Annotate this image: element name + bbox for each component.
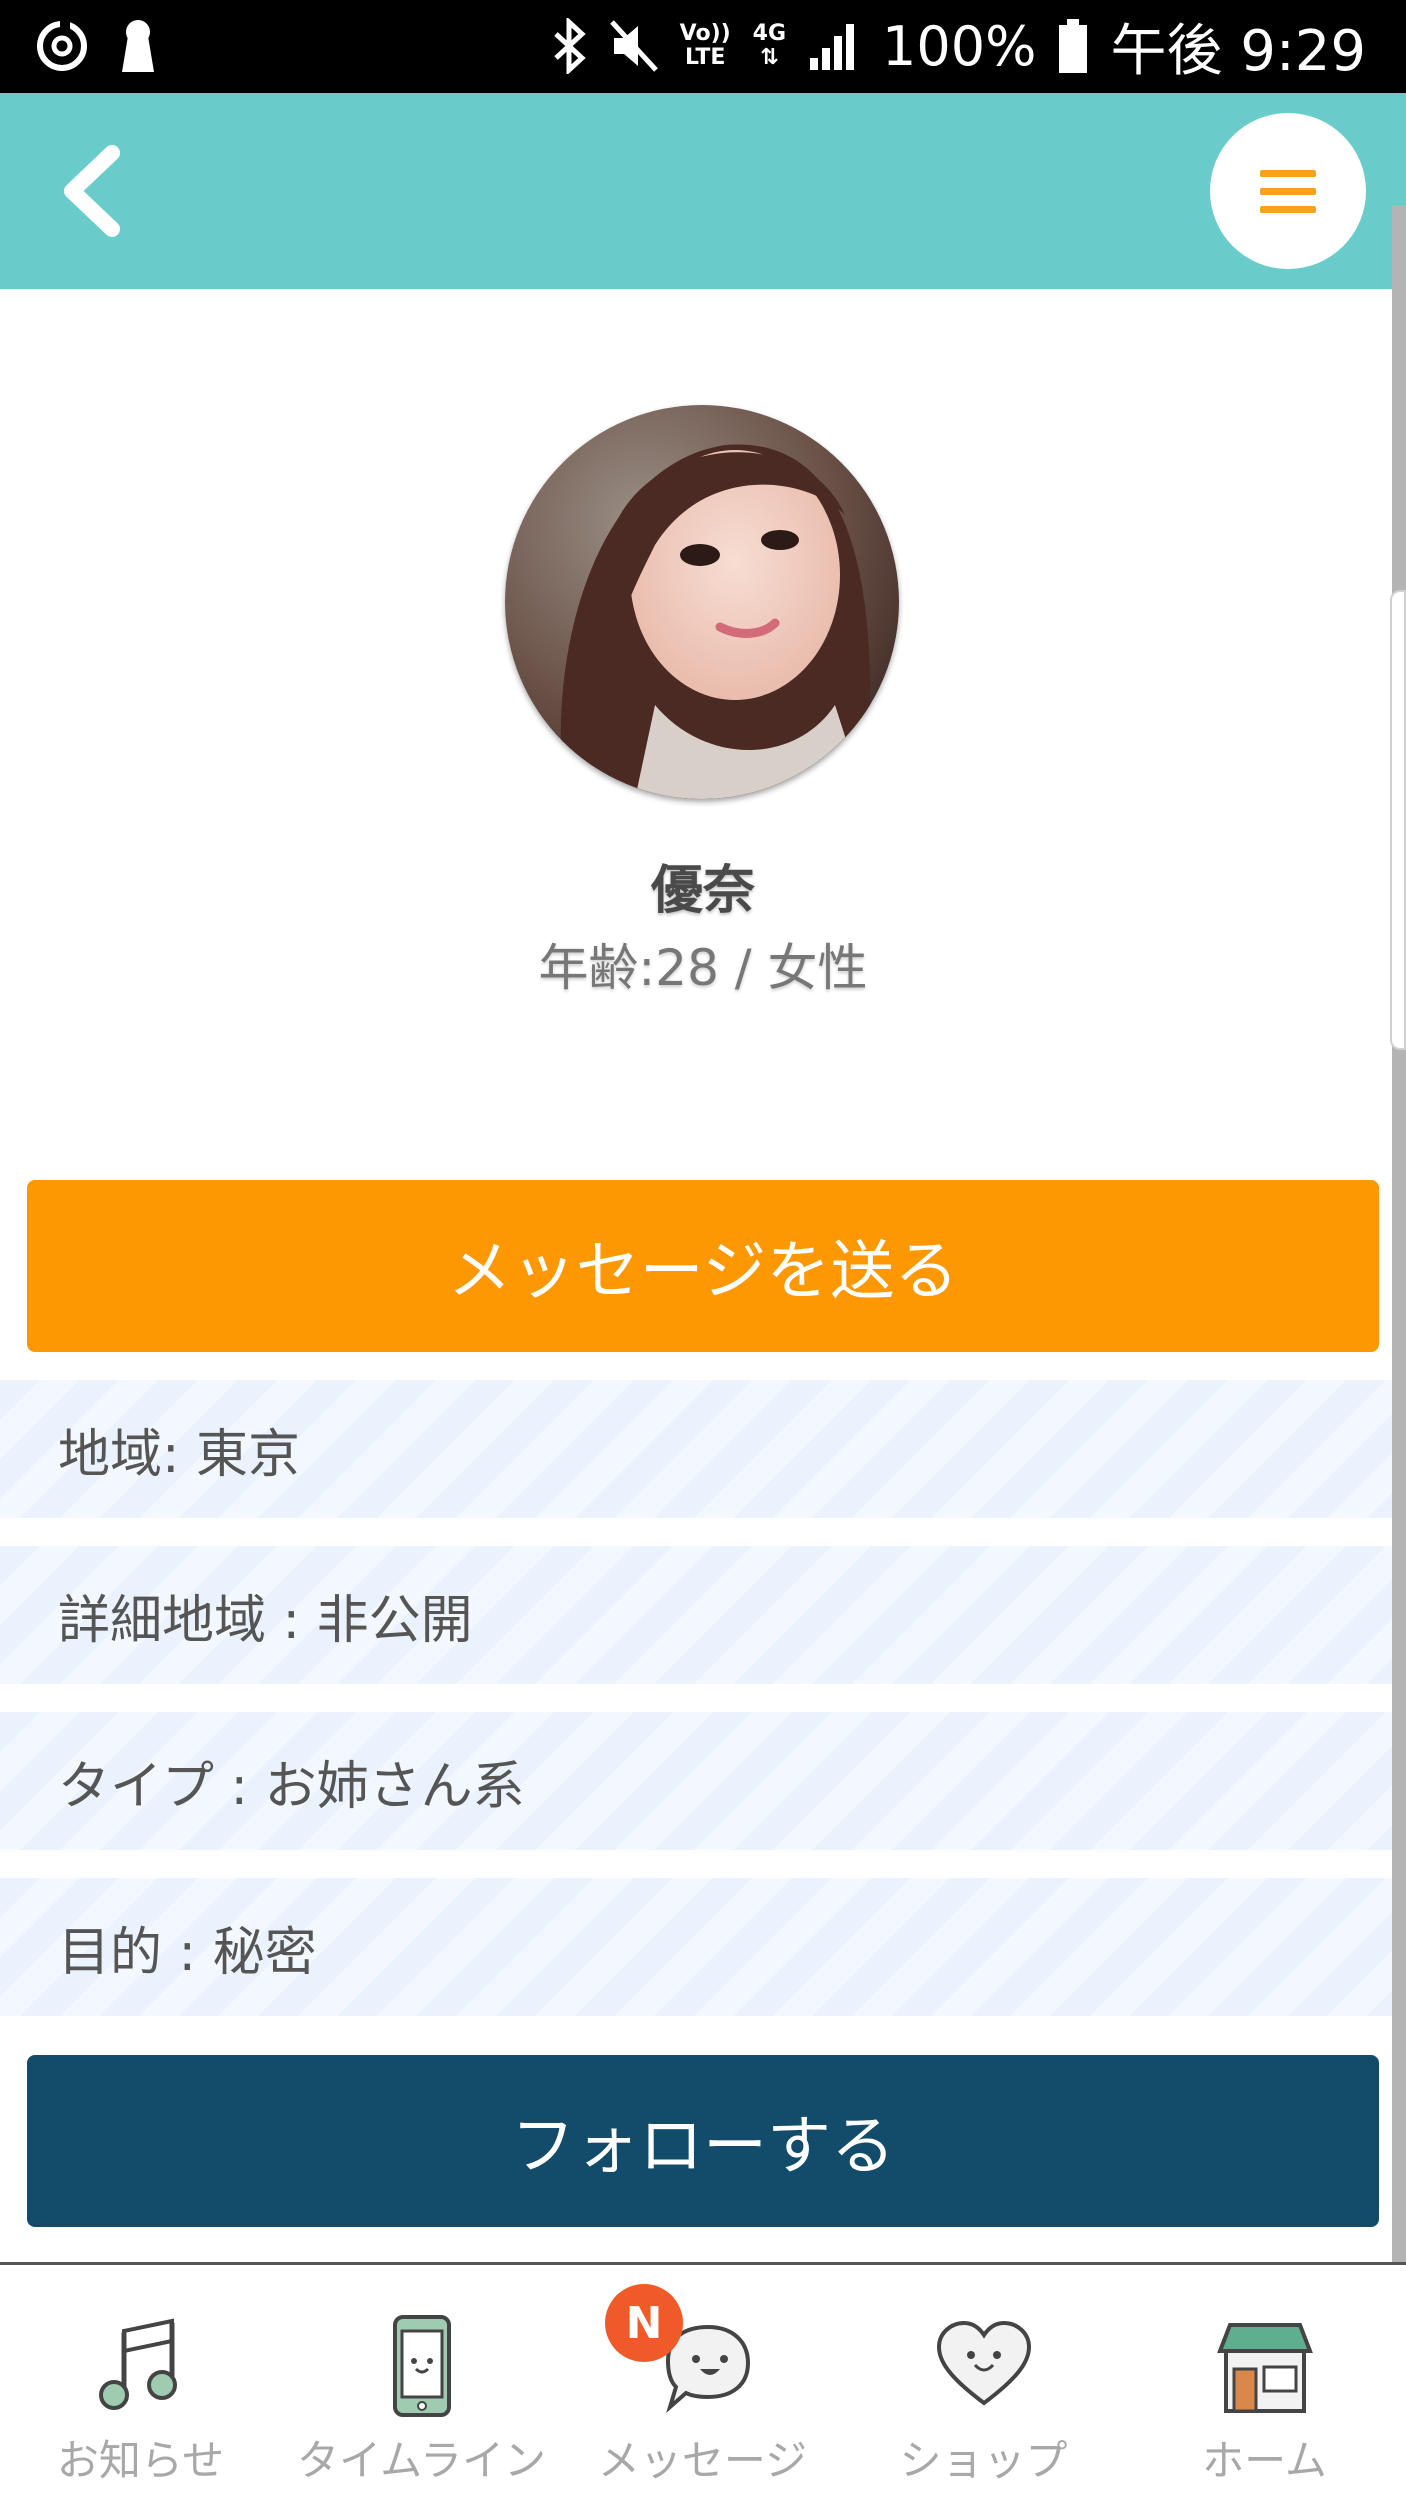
profile-age-gender: 年齢:28 / 女性 (538, 939, 868, 997)
battery-percent: 100% (882, 14, 1037, 78)
nav-label-timeline: タイムライン (296, 2436, 547, 2485)
info-row-type: タイプ : お姉さん系 (0, 1712, 1392, 1850)
follow-button[interactable]: フォローする (27, 2055, 1379, 2227)
status-bar: Vo)) LTE 4G ⇅ 100% 午後 9:29 (0, 0, 1406, 93)
nav-label-shop: ショップ (899, 2436, 1068, 2485)
clock: 午後 9:29 (1110, 18, 1366, 84)
app-header (0, 93, 1406, 289)
info-row-detail-region: 詳細地域 : 非公開 (0, 1546, 1392, 1684)
data-arrows-icon: ⇅ (760, 45, 779, 70)
nav-label-messages: メッセージ (597, 2436, 808, 2485)
nav-label-home: ホーム (1202, 2436, 1327, 2485)
nav-item-notifications[interactable]: お知らせ (0, 2265, 281, 2503)
menu-button[interactable] (1210, 113, 1366, 269)
network-indicator: 4G ⇅ (753, 22, 786, 70)
battery-icon (1059, 19, 1088, 73)
new-message-badge: N (605, 2284, 683, 2362)
send-message-button[interactable]: メッセージを送る (27, 1180, 1379, 1352)
sync-icon (37, 20, 87, 71)
smartphone-icon (392, 2315, 451, 2417)
signal-icon (810, 24, 855, 70)
nav-item-shop[interactable]: ショップ (843, 2265, 1124, 2503)
nav-item-timeline[interactable]: タイムライン (281, 2265, 562, 2503)
nav-label-notifications: お知らせ (56, 2436, 225, 2485)
info-row-purpose: 目的 : 秘密 (0, 1878, 1392, 2016)
info-row-region: 地域: 東京 (0, 1380, 1392, 1518)
info-purpose-text: 目的 : 秘密 (58, 1922, 317, 1983)
bottom-navigation: お知らせ タイムライン メッセージ ショップ ホーム (0, 2262, 1406, 2500)
nav-item-messages[interactable]: メッセージ (562, 2265, 843, 2503)
volte-indicator: Vo)) LTE (680, 22, 731, 70)
info-type-text: タイプ : お姉さん系 (58, 1756, 525, 1817)
nav-item-home[interactable]: ホーム (1124, 2265, 1405, 2503)
profile-name: 優奈 (650, 861, 755, 921)
volte-top-text: Vo)) (679, 21, 731, 46)
bluetooth-icon (553, 18, 586, 74)
network-text: 4G (752, 21, 787, 46)
profile-avatar (505, 405, 899, 799)
volte-bottom-text: LTE (684, 45, 726, 70)
hamburger-menu-icon (1260, 169, 1316, 177)
mute-icon (609, 20, 658, 72)
back-button[interactable] (50, 145, 140, 237)
music-note-icon (98, 2318, 177, 2410)
heart-icon (936, 2320, 1031, 2406)
shop-icon (1216, 2323, 1313, 2413)
chevron-left-icon (64, 145, 120, 237)
keyhole-icon (122, 20, 154, 72)
info-detail-region-text: 詳細地域 : 非公開 (58, 1590, 473, 1651)
info-region-text: 地域: 東京 (58, 1424, 301, 1485)
scrollbar-track (1392, 205, 1406, 2265)
